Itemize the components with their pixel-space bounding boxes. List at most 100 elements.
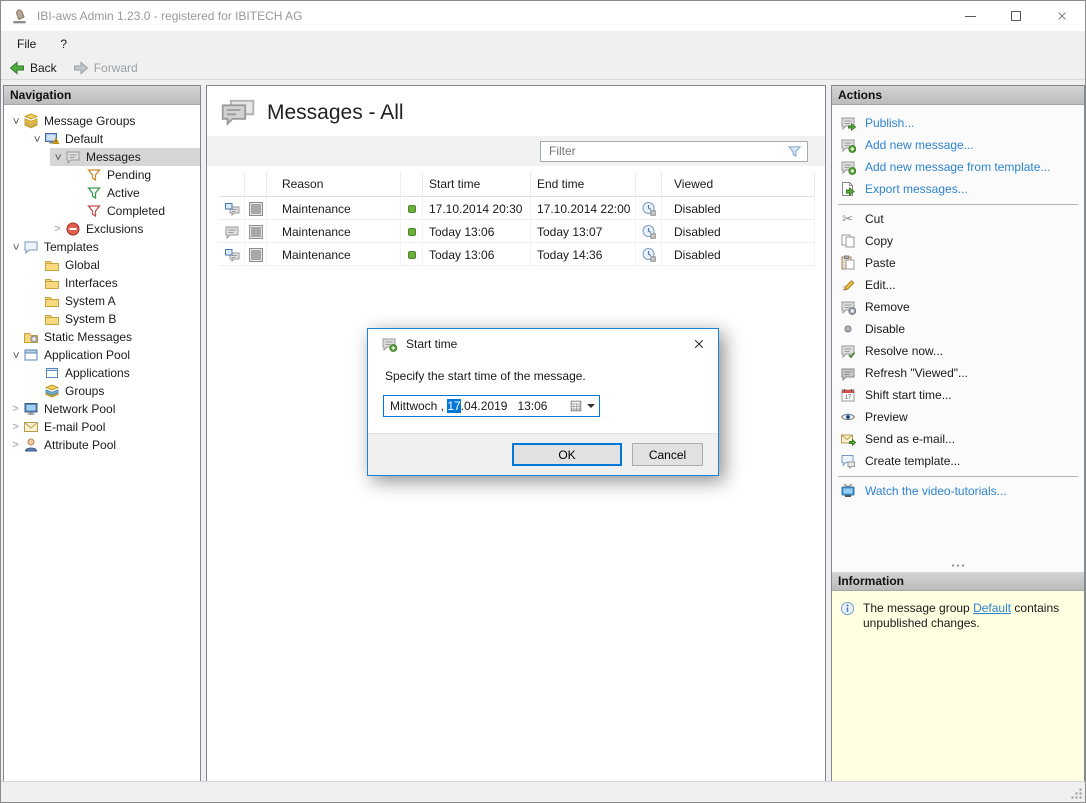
header-end-time[interactable]: End time bbox=[531, 171, 636, 197]
tree-item-label: Applications bbox=[65, 366, 130, 380]
right-panel: Actions Publish... Add new message... Ad… bbox=[831, 85, 1085, 782]
action-cut[interactable]: ✂Cut bbox=[832, 208, 1084, 230]
action-copy[interactable]: Copy bbox=[832, 230, 1084, 252]
sidebar-item-application-pool[interactable]: > Application Pool bbox=[4, 346, 200, 364]
message-add-icon bbox=[381, 336, 397, 352]
action-add-new-message[interactable]: Add new message... bbox=[832, 134, 1084, 156]
chevron-expanded-icon[interactable]: > bbox=[10, 114, 22, 129]
filter-funnel-icon[interactable] bbox=[787, 144, 802, 159]
menu-file[interactable]: File bbox=[17, 37, 36, 51]
messages-bubbles-icon bbox=[220, 98, 256, 127]
action-disable[interactable]: Disable bbox=[832, 318, 1084, 340]
chevron-expanded-icon[interactable]: > bbox=[31, 132, 43, 147]
resize-grip[interactable] bbox=[1069, 786, 1083, 800]
action-edit[interactable]: Edit... bbox=[832, 274, 1084, 296]
header-status-col[interactable] bbox=[401, 171, 423, 197]
cell-end-time: Today 13:07 bbox=[531, 220, 636, 243]
chevron-collapsed-icon[interactable]: > bbox=[8, 421, 23, 433]
tree-item-label: Application Pool bbox=[44, 348, 130, 362]
message-groups-icon bbox=[23, 113, 40, 129]
chevron-collapsed-icon[interactable]: > bbox=[8, 439, 23, 451]
table-row[interactable]: Maintenance 17.10.2014 20:30 17.10.2014 … bbox=[219, 197, 815, 220]
chevron-expanded-icon[interactable]: > bbox=[52, 150, 64, 165]
sidebar-item-interfaces[interactable]: >Interfaces bbox=[4, 274, 200, 292]
sidebar-item-pending[interactable]: >Pending bbox=[4, 166, 200, 184]
action-export-messages[interactable]: Export messages... bbox=[832, 178, 1084, 200]
sidebar-item-attribute-pool[interactable]: >Attribute Pool bbox=[4, 436, 200, 454]
copy-icon bbox=[839, 233, 856, 249]
message-type-icon bbox=[219, 197, 245, 220]
sidebar-item-groups[interactable]: >Groups bbox=[4, 382, 200, 400]
action-paste[interactable]: Paste bbox=[832, 252, 1084, 274]
minimize-button[interactable] bbox=[947, 1, 993, 31]
sidebar-item-network-pool[interactable]: >Network Pool bbox=[4, 400, 200, 418]
menu-help[interactable]: ? bbox=[60, 37, 67, 51]
sidebar-item-active[interactable]: >Active bbox=[4, 184, 200, 202]
sidebar-item-templates[interactable]: > Templates bbox=[4, 238, 200, 256]
header-viewed[interactable]: Viewed bbox=[662, 171, 815, 197]
header-message-icon-col[interactable] bbox=[219, 171, 245, 197]
action-publish[interactable]: Publish... bbox=[832, 112, 1084, 134]
chevron-expanded-icon[interactable]: > bbox=[10, 348, 22, 363]
disable-dot-icon bbox=[839, 321, 856, 337]
toolbar: Back Forward bbox=[1, 56, 1085, 80]
sidebar-item-global[interactable]: >Global bbox=[4, 256, 200, 274]
action-send-as-email[interactable]: Send as e-mail... bbox=[832, 428, 1084, 450]
default-group-link[interactable]: Default bbox=[973, 601, 1011, 615]
datetime-picker[interactable]: Mittwoch , 17.04.201913:06 bbox=[383, 395, 600, 417]
chevron-collapsed-icon[interactable]: > bbox=[50, 223, 65, 235]
action-shift-start-time[interactable]: 17Shift start time... bbox=[832, 384, 1084, 406]
tree-item-label: Templates bbox=[44, 240, 99, 254]
close-button[interactable] bbox=[1039, 1, 1085, 31]
header-viewed-icon-col[interactable] bbox=[636, 171, 662, 197]
cell-status bbox=[401, 220, 423, 243]
sidebar-item-system-b[interactable]: >System B bbox=[4, 310, 200, 328]
separator bbox=[838, 204, 1078, 205]
information-header: Information bbox=[832, 572, 1084, 591]
cancel-button[interactable]: Cancel bbox=[632, 443, 703, 466]
sidebar-item-static-messages[interactable]: >Static Messages bbox=[4, 328, 200, 346]
tree-item-label: Groups bbox=[65, 384, 104, 398]
sidebar-item-default[interactable]: >Default bbox=[4, 130, 200, 148]
network-pool-icon bbox=[23, 401, 40, 417]
clock-icon bbox=[636, 243, 662, 266]
action-resolve-now[interactable]: Resolve now... bbox=[832, 340, 1084, 362]
forward-button[interactable]: Forward bbox=[73, 60, 138, 76]
ok-button[interactable]: OK bbox=[512, 443, 622, 466]
action-watch-video-tutorials[interactable]: Watch the video-tutorials... bbox=[832, 480, 1084, 502]
action-create-template[interactable]: Create template... bbox=[832, 450, 1084, 472]
filter-input[interactable] bbox=[549, 144, 787, 158]
panel-splitter[interactable] bbox=[832, 564, 1084, 572]
dropdown-arrow-icon[interactable] bbox=[587, 404, 595, 408]
start-time-dialog: Start time Specify the start time of the… bbox=[367, 328, 719, 476]
folder-icon bbox=[44, 293, 61, 309]
sidebar-item-completed[interactable]: >Completed bbox=[4, 202, 200, 220]
maximize-button[interactable] bbox=[993, 1, 1039, 31]
table-row[interactable]: Maintenance Today 13:06 Today 14:36 Disa… bbox=[219, 243, 815, 266]
action-refresh-viewed[interactable]: Refresh "Viewed"... bbox=[832, 362, 1084, 384]
header-color-col[interactable] bbox=[245, 171, 267, 197]
back-button[interactable]: Back bbox=[9, 60, 57, 76]
action-label: Edit... bbox=[865, 278, 896, 292]
chevron-expanded-icon[interactable]: > bbox=[10, 240, 22, 255]
header-start-time[interactable]: Start time bbox=[423, 171, 531, 197]
sidebar-item-message-groups[interactable]: >Message Groups bbox=[4, 112, 200, 130]
dialog-close-button[interactable] bbox=[681, 330, 717, 357]
action-remove[interactable]: Remove bbox=[832, 296, 1084, 318]
calendar-grid-icon[interactable] bbox=[569, 399, 583, 413]
dialog-titlebar: Start time bbox=[368, 329, 718, 358]
sidebar-item-exclusions[interactable]: >Exclusions bbox=[4, 220, 200, 238]
action-label: Publish... bbox=[865, 116, 914, 130]
sidebar-item-applications[interactable]: >Applications bbox=[4, 364, 200, 382]
action-preview[interactable]: Preview bbox=[832, 406, 1084, 428]
action-add-message-from-template[interactable]: Add new message from template... bbox=[832, 156, 1084, 178]
green-dot-icon bbox=[408, 205, 416, 213]
sidebar-item-system-a[interactable]: >System A bbox=[4, 292, 200, 310]
action-label: Create template... bbox=[865, 454, 960, 468]
table-row[interactable]: Maintenance Today 13:06 Today 13:07 Disa… bbox=[219, 220, 815, 243]
scissors-icon: ✂ bbox=[839, 211, 856, 227]
header-reason[interactable]: Reason bbox=[267, 171, 401, 197]
chevron-collapsed-icon[interactable]: > bbox=[8, 403, 23, 415]
sidebar-item-email-pool[interactable]: >E-mail Pool bbox=[4, 418, 200, 436]
sidebar-item-messages[interactable]: >Messages bbox=[4, 148, 200, 166]
